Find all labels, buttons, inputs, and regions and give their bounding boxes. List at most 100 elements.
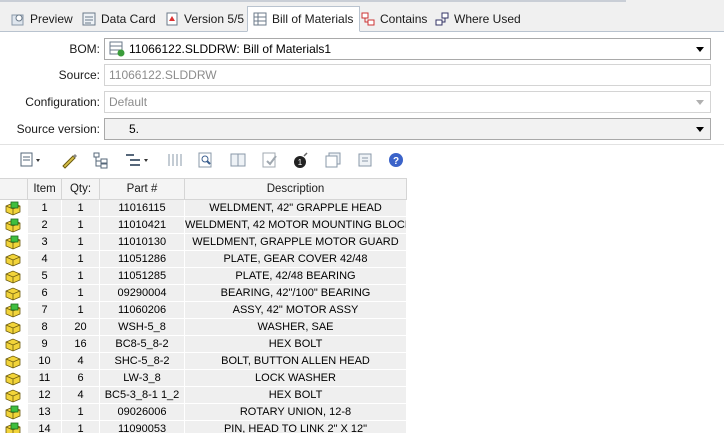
- indent-menu-icon[interactable]: [124, 151, 152, 169]
- list-view-icon[interactable]: [166, 151, 184, 169]
- part-icon: [3, 286, 23, 301]
- svg-text:1: 1: [298, 158, 303, 167]
- export-icon[interactable]: [356, 151, 374, 169]
- source-label: Source:: [58, 68, 100, 82]
- where-used-icon: [434, 11, 450, 27]
- header-description[interactable]: Description: [185, 179, 407, 200]
- row-description: WASHER, SAE: [185, 319, 407, 336]
- tab-bill-of-materials[interactable]: Bill of Materials: [247, 6, 361, 32]
- table-row[interactable]: 2 1 11010421 WELDMENT, 42 MOTOR MOUNTING BL…: [0, 217, 407, 234]
- tab-label: Where Used: [454, 11, 521, 26]
- tab-preview[interactable]: Preview: [6, 6, 79, 31]
- source-field[interactable]: 11066122.SLDDRW: [104, 64, 711, 86]
- row-qty: 16: [62, 336, 100, 353]
- compare-icon[interactable]: [229, 151, 247, 169]
- row-part-number: 11051286: [100, 251, 185, 268]
- chevron-down-icon: [696, 100, 704, 105]
- row-description: PLATE, 42/48 BEARING: [185, 268, 407, 285]
- table-row[interactable]: 13 1 09026006 ROTARY UNION, 12-8: [0, 404, 407, 421]
- tab-label: Contains: [380, 11, 428, 26]
- table-row[interactable]: 6 1 09290004 BEARING, 42"/100" BEARING: [0, 285, 407, 302]
- part-icon: [3, 354, 23, 369]
- table-row[interactable]: 5 1 11051285 PLATE, 42/48 BEARING: [0, 268, 407, 285]
- row-part-number: 11060206: [100, 302, 185, 319]
- row-qty: 4: [62, 387, 100, 404]
- row-item: 12: [28, 387, 62, 404]
- tab-label: Version 5/5: [184, 11, 245, 26]
- table-row[interactable]: 12 4 BC5-3_8-1 1_2 HEX BOLT: [0, 387, 407, 404]
- table-row[interactable]: 11 6 LW-3_8 LOCK WASHER: [0, 370, 407, 387]
- header-qty[interactable]: Qty:: [62, 179, 100, 200]
- row-qty: 1: [62, 268, 100, 285]
- row-qty: 1: [62, 302, 100, 319]
- row-part-number: 11051285: [100, 268, 185, 285]
- row-item: 6: [28, 285, 62, 302]
- row-item: 1: [28, 200, 62, 217]
- part-icon: [3, 371, 23, 386]
- table-row[interactable]: 1 1 11016115 WELDMENT, 42" GRAPPLE HEAD: [0, 200, 407, 217]
- row-description: WELDMENT, 42 MOTOR MOUNTING BLOCK: [185, 217, 407, 234]
- tab-label: Preview: [30, 11, 73, 26]
- tab-version[interactable]: Version 5/5: [160, 6, 250, 31]
- tab-data-card[interactable]: Data Card: [77, 6, 162, 31]
- row-part-number: BC8-5_8-2: [100, 336, 185, 353]
- row-item: 9: [28, 336, 62, 353]
- row-qty: 1: [62, 217, 100, 234]
- header-icon-column[interactable]: [0, 179, 28, 200]
- row-description: HEX BOLT: [185, 336, 407, 353]
- header-part-number[interactable]: Part #: [100, 179, 185, 200]
- assembly-icon: [3, 235, 23, 250]
- table-row[interactable]: 14 1 11090053 PIN, HEAD TO LINK 2" X 12": [0, 421, 407, 433]
- source-version-select[interactable]: 5.: [104, 118, 711, 140]
- row-part-number: 11010130: [100, 234, 185, 251]
- table-row[interactable]: 10 4 SHC-5_8-2 BOLT, BUTTON ALLEN HEAD: [0, 353, 407, 370]
- row-part-number: BC5-3_8-1 1_2: [100, 387, 185, 404]
- table-row[interactable]: 7 1 11060206 ASSY, 42" MOTOR ASSY: [0, 302, 407, 319]
- tab-bar: Preview Data Card Version 5/5 Bill of Ma…: [0, 0, 724, 32]
- copy-icon[interactable]: [324, 151, 342, 169]
- row-part-number: 09290004: [100, 285, 185, 302]
- chevron-down-icon[interactable]: [696, 127, 704, 132]
- row-part-number: 11090053: [100, 421, 185, 433]
- tab-contains[interactable]: Contains: [356, 6, 433, 31]
- table-row[interactable]: 8 20 WSH-5_8 WASHER, SAE: [0, 319, 407, 336]
- assembly-icon: [3, 422, 23, 433]
- bomb-icon[interactable]: 1: [292, 151, 310, 169]
- tab-where-used[interactable]: Where Used: [430, 6, 527, 31]
- check-icon[interactable]: [261, 151, 279, 169]
- row-qty: 1: [62, 200, 100, 217]
- header-item[interactable]: Item: [28, 179, 62, 200]
- tab-label: Bill of Materials: [272, 12, 354, 26]
- table-row[interactable]: 4 1 11051286 PLATE, GEAR COVER 42/48: [0, 251, 407, 268]
- configuration-value: Default: [109, 95, 148, 109]
- help-icon[interactable]: ?: [387, 151, 405, 169]
- row-description: ASSY, 42" MOTOR ASSY: [185, 302, 407, 319]
- bom-select[interactable]: 11066122.SLDDRW: Bill of Materials1: [104, 38, 711, 60]
- row-qty: 1: [62, 251, 100, 268]
- chevron-down-icon[interactable]: [696, 47, 704, 52]
- row-description: WELDMENT, 42" GRAPPLE HEAD: [185, 200, 407, 217]
- tree-view-icon[interactable]: [92, 151, 110, 169]
- view-menu-icon[interactable]: [20, 151, 44, 169]
- tab-bar-topline: [0, 0, 626, 2]
- source-version-label: Source version:: [16, 122, 100, 136]
- table-row[interactable]: 3 1 11010130 WELDMENT, GRAPPLE MOTOR GUARD: [0, 234, 407, 251]
- row-item: 8: [28, 319, 62, 336]
- configuration-label: Configuration:: [25, 95, 100, 109]
- row-item: 2: [28, 217, 62, 234]
- row-qty: 1: [62, 234, 100, 251]
- source-row: Source: 11066122.SLDDRW: [0, 64, 724, 86]
- row-item: 4: [28, 251, 62, 268]
- bom-icon: [252, 11, 268, 27]
- configuration-select[interactable]: Default: [104, 91, 711, 113]
- table-row[interactable]: 9 16 BC8-5_8-2 HEX BOLT: [0, 336, 407, 353]
- find-icon[interactable]: [197, 151, 215, 169]
- row-description: HEX BOLT: [185, 387, 407, 404]
- part-icon: [3, 269, 23, 284]
- data-card-icon: [81, 11, 97, 27]
- part-icon: [3, 320, 23, 335]
- source-version-value: 5.: [129, 122, 140, 136]
- row-item: 10: [28, 353, 62, 370]
- row-part-number: 09026006: [100, 404, 185, 421]
- edit-icon[interactable]: [60, 151, 78, 169]
